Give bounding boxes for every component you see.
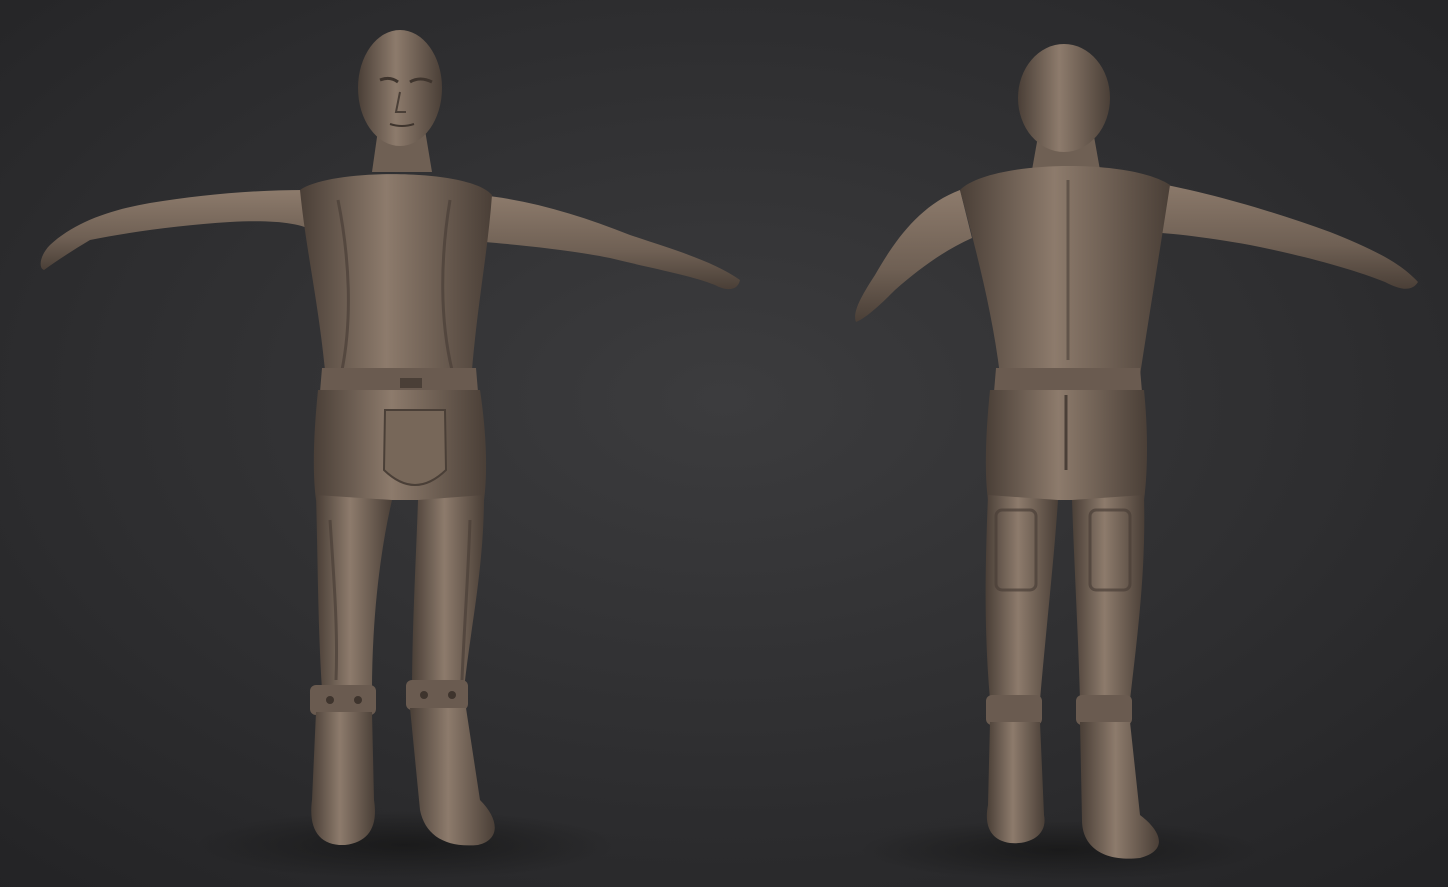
back-head <box>1018 44 1110 152</box>
background <box>0 0 1448 887</box>
back-right-ankle-strap <box>1076 695 1132 725</box>
front-belt-buckle <box>400 378 422 388</box>
front-head <box>358 30 442 146</box>
front-right-ankle-strap <box>406 680 468 710</box>
back-left-boot <box>986 722 1045 844</box>
front-strap-rivet <box>326 696 334 704</box>
front-left-ankle-strap <box>310 685 376 715</box>
front-strap-rivet <box>448 691 456 699</box>
front-belt <box>320 368 478 392</box>
back-right-leg <box>1072 495 1145 700</box>
ground-shadow <box>860 820 1260 880</box>
render-canvas <box>0 0 1448 887</box>
render-viewport <box>0 0 1448 887</box>
front-torso <box>300 174 492 370</box>
front-strap-rivet <box>354 696 362 704</box>
front-left-boot <box>311 712 375 846</box>
front-strap-rivet <box>420 691 428 699</box>
back-belt <box>994 368 1142 392</box>
back-left-ankle-strap <box>986 695 1042 725</box>
ground-shadow <box>195 811 615 879</box>
front-crotch-panel <box>382 409 448 486</box>
